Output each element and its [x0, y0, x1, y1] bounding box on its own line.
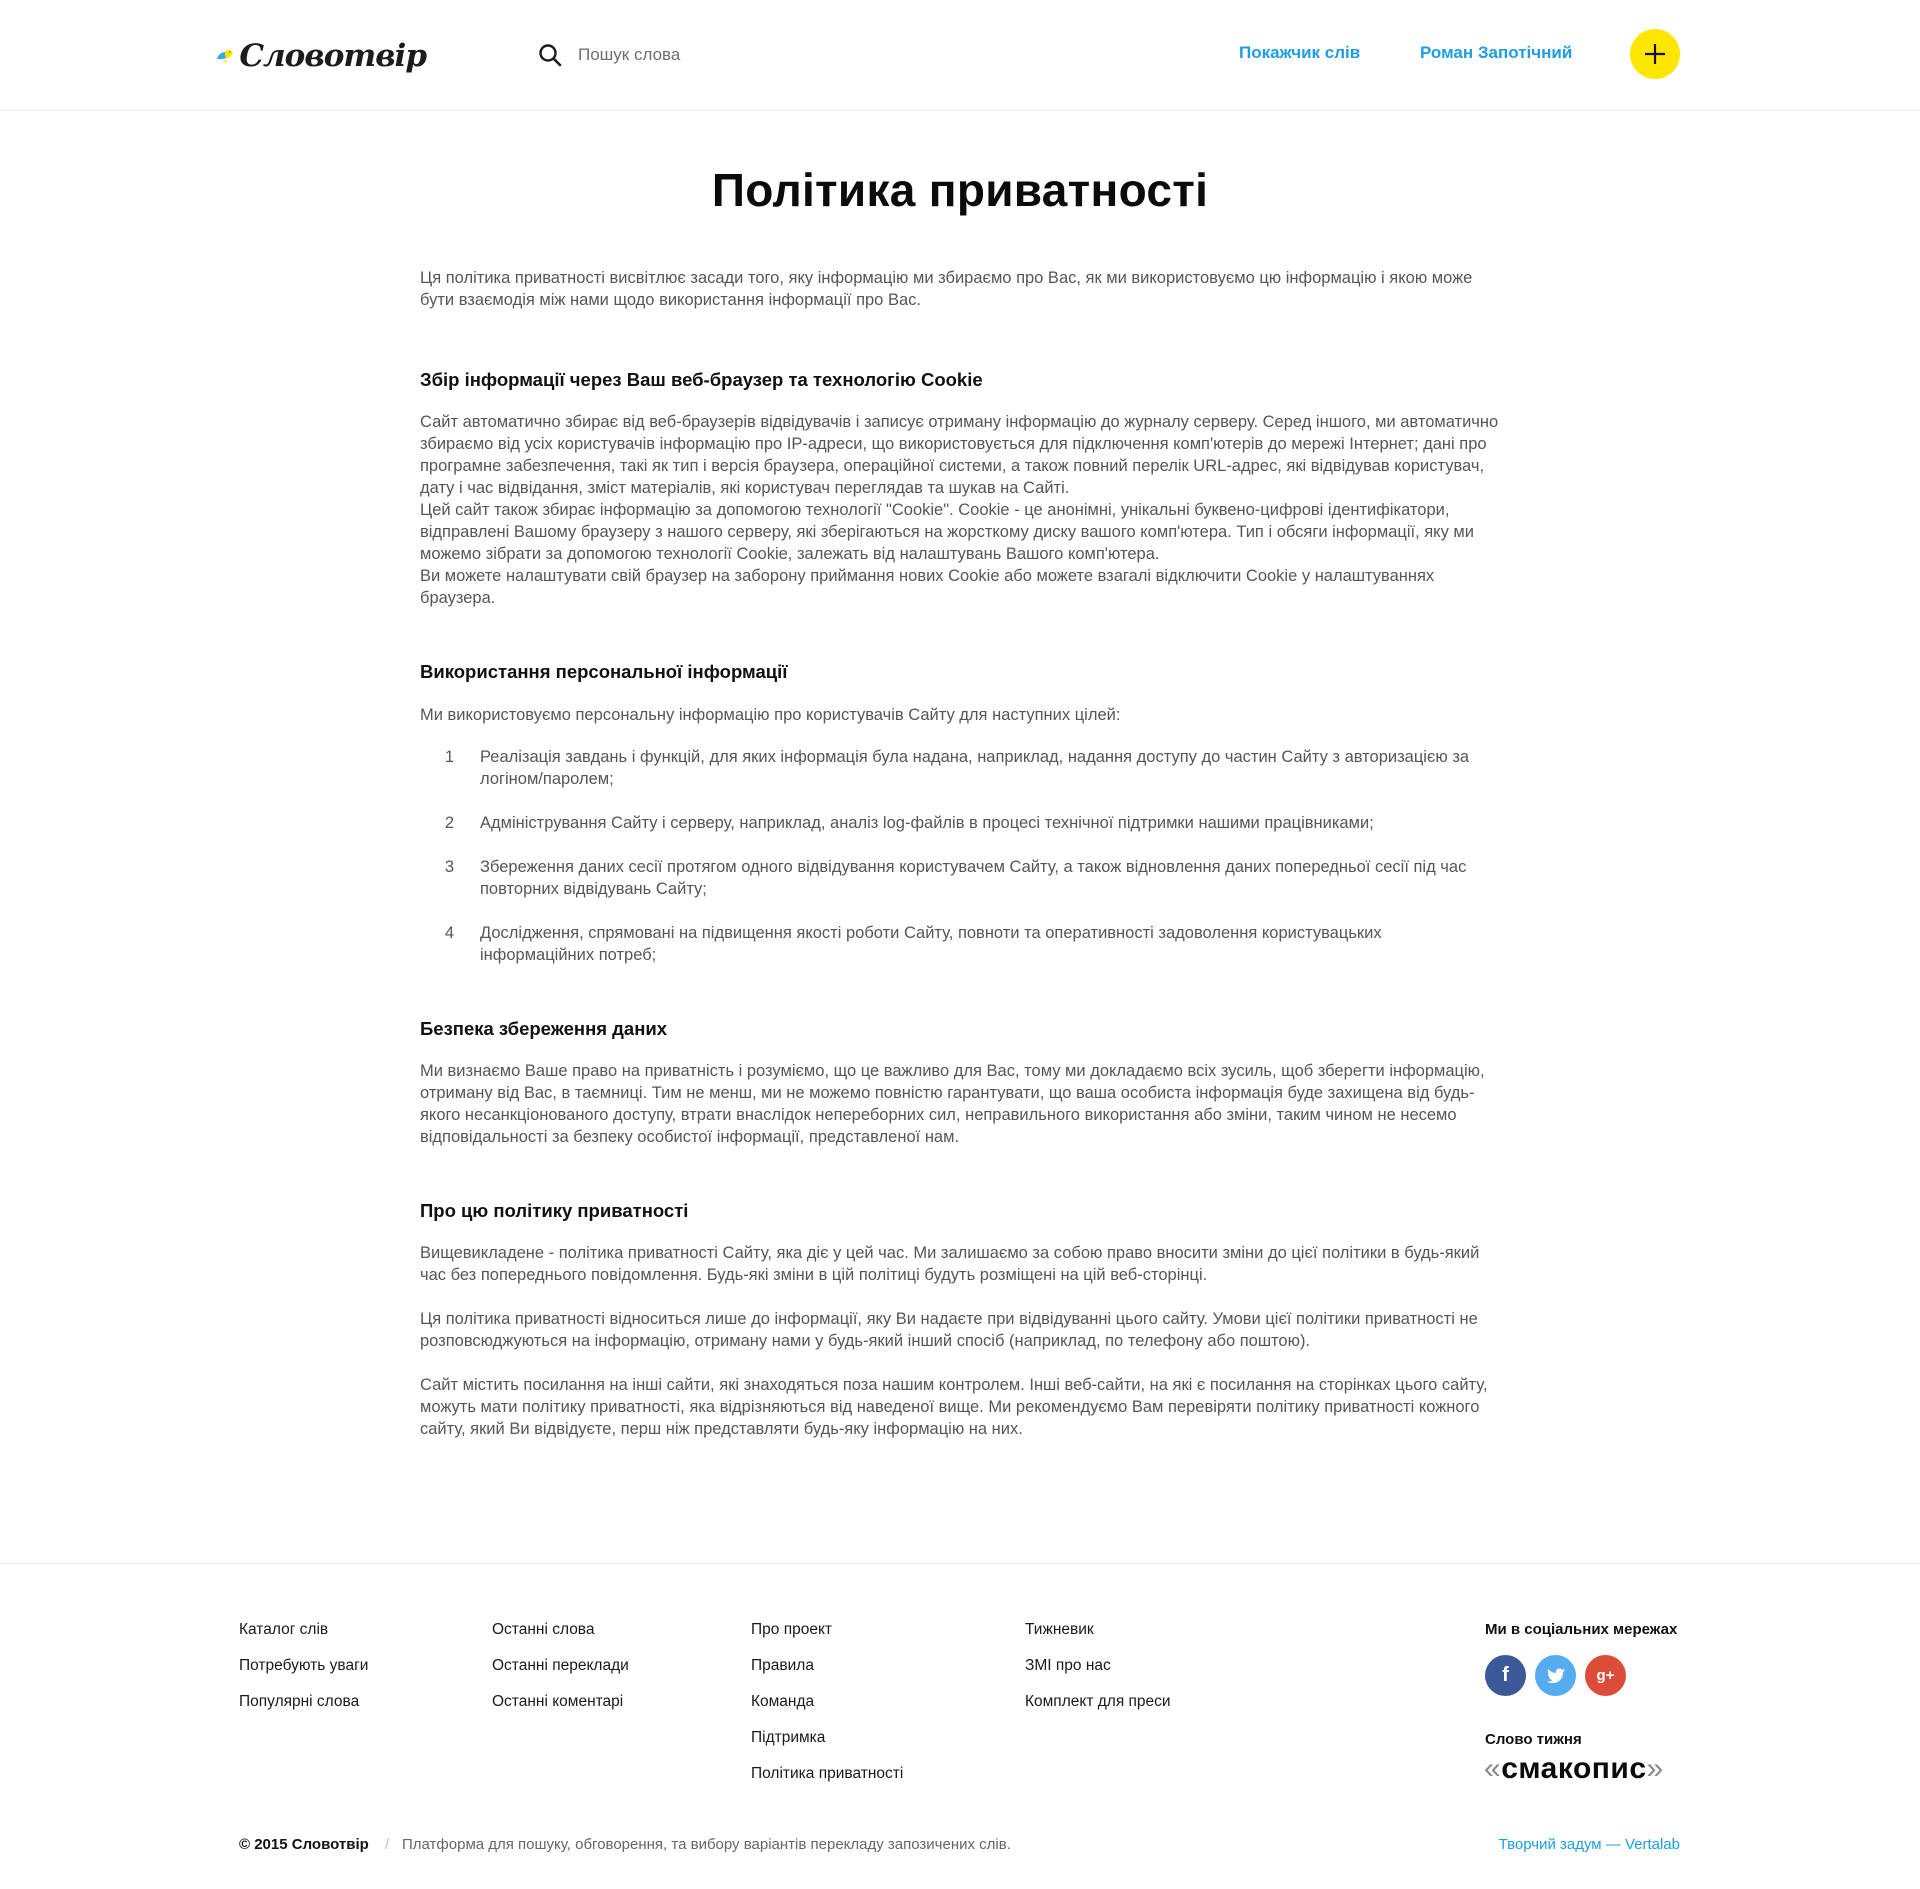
word-of-week-text: смакопис: [1501, 1752, 1647, 1785]
list-item-text: Реалізація завдань і функцій, для яких і…: [480, 748, 1470, 788]
list-item-number: 1: [444, 748, 454, 766]
credit-link[interactable]: Творчий задум — Vertalab: [1499, 1836, 1680, 1853]
footer-column-catalog: Каталог слів Потребують уваги Популярні …: [239, 1621, 368, 1729]
site-header: Словотвір Покажчик слів Роман Запотічний: [0, 0, 1920, 111]
word-of-week-label: Слово тижня: [1485, 1731, 1582, 1748]
bird-logo-icon: [214, 49, 234, 63]
footer-column-press: Тижневик ЗМІ про нас Комплект для преси: [1025, 1621, 1171, 1729]
purposes-list: 1 Реалізація завдань і функцій, для яких…: [420, 746, 1500, 966]
google-plus-icon[interactable]: g+: [1585, 1655, 1626, 1696]
social-title: Ми в соціальних мережах: [1485, 1621, 1678, 1638]
footer-link-media-about-us[interactable]: ЗМІ про нас: [1025, 1657, 1111, 1674]
list-item: 3 Збереження даних сесії протягом одного…: [420, 856, 1500, 900]
list-item-number: 3: [444, 858, 454, 876]
footer-tagline: Платформа для пошуку, обговорення, та ви…: [402, 1836, 1011, 1853]
footer-link-about[interactable]: Про проект: [751, 1621, 832, 1638]
plus-icon: [1645, 44, 1665, 64]
section-body-about-policy-2: Ця політика приватності відноситься лише…: [420, 1310, 1478, 1350]
logo-text: Словотвір: [239, 38, 427, 74]
footer-link-recent-translations[interactable]: Останні переклади: [492, 1657, 629, 1674]
footer-column-recent: Останні слова Останні переклади Останні …: [492, 1621, 629, 1729]
site-footer: Каталог слів Потребують уваги Популярні …: [0, 1563, 1920, 1889]
footer-link-privacy-policy[interactable]: Політика приватності: [751, 1765, 903, 1782]
list-item: 2 Адміністрування Сайту і серверу, напри…: [420, 812, 1500, 834]
footer-link-support[interactable]: Підтримка: [751, 1729, 825, 1746]
search-box[interactable]: [538, 38, 958, 72]
open-quote-glyph: «: [1484, 1752, 1502, 1785]
section-title-personal-info: Використання персональної інформації: [420, 661, 788, 682]
section-title-data-security: Безпека збереження даних: [420, 1018, 668, 1039]
list-item-text: Збереження даних сесії протягом одного в…: [480, 858, 1467, 898]
site-logo[interactable]: Словотвір: [214, 24, 427, 88]
list-item: 1 Реалізація завдань і функцій, для яких…: [420, 746, 1500, 790]
footer-link-popular-words[interactable]: Популярні слова: [239, 1693, 359, 1710]
section-body-cookie: Сайт автоматично збирає від веб-браузері…: [420, 413, 1499, 607]
facebook-icon[interactable]: f: [1485, 1655, 1526, 1696]
twitter-bird-glyph: [1546, 1668, 1565, 1683]
list-item-number: 2: [444, 814, 454, 832]
twitter-icon[interactable]: [1535, 1655, 1576, 1696]
footer-link-team[interactable]: Команда: [751, 1693, 814, 1710]
section-title-cookie: Збір інформації через Ваш веб-браузер та…: [420, 369, 983, 390]
section-body-about-policy-3: Сайт містить посилання на інші сайти, як…: [420, 1376, 1488, 1438]
section-body-about-policy-1: Вищевикладене - політика приватності Сай…: [420, 1244, 1480, 1284]
footer-link-weekly[interactable]: Тижневик: [1025, 1621, 1094, 1638]
word-of-week-link[interactable]: «смакопис»: [1484, 1752, 1664, 1786]
section-body-data-security: Ми визнаємо Ваше право на приватність і …: [420, 1062, 1485, 1146]
nav-word-index-link[interactable]: Покажчик слів: [1239, 43, 1360, 63]
close-quote-glyph: »: [1646, 1752, 1664, 1785]
list-item: 4 Дослідження, спрямовані на підвищення …: [420, 922, 1500, 966]
intro-paragraph: Ця політика приватності висвітлює засади…: [420, 269, 1473, 309]
page-title: Політика приватності: [711, 164, 1209, 216]
search-icon: [539, 44, 562, 67]
footer-link-recent-comments[interactable]: Останні коментарі: [492, 1693, 623, 1710]
footer-link-need-attention[interactable]: Потребують уваги: [239, 1657, 368, 1674]
list-item-text: Адміністрування Сайту і серверу, наприкл…: [480, 814, 1374, 832]
section-body-personal-info: Ми використовуємо персональну інформацію…: [420, 706, 1121, 724]
footer-link-word-catalog[interactable]: Каталог слів: [239, 1621, 328, 1638]
list-item-number: 4: [444, 924, 454, 942]
footer-link-press-kit[interactable]: Комплект для преси: [1025, 1693, 1171, 1710]
list-item-text: Дослідження, спрямовані на підвищення як…: [480, 924, 1382, 964]
footer-link-recent-words[interactable]: Останні слова: [492, 1621, 595, 1638]
section-title-about-policy: Про цю політику приватності: [420, 1200, 689, 1221]
footer-column-project: Про проект Правила Команда Підтримка Пол…: [751, 1621, 903, 1801]
search-input[interactable]: [578, 45, 938, 65]
nav-user-profile-link[interactable]: Роман Запотічний: [1420, 43, 1572, 63]
copyright: © 2015 Словотвір: [239, 1836, 369, 1853]
footer-separator: /: [385, 1836, 390, 1853]
privacy-policy-content: Політика приватності Ця політика приватн…: [420, 111, 1500, 1440]
footer-link-rules[interactable]: Правила: [751, 1657, 814, 1674]
add-word-button[interactable]: [1630, 29, 1680, 79]
